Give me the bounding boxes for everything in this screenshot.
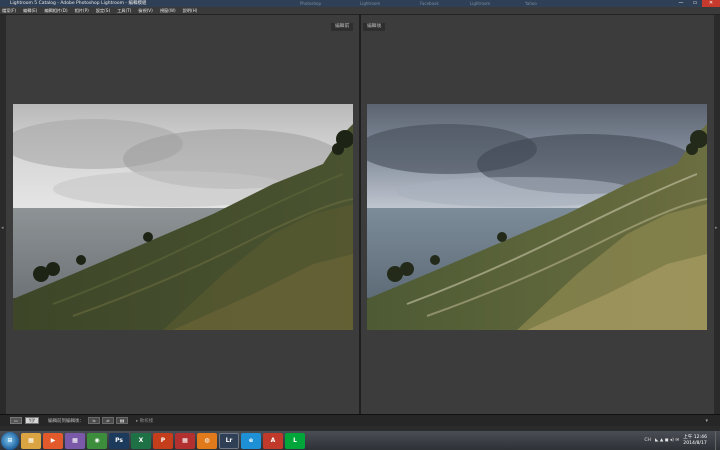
tray-icons[interactable]: ◣ ▲ ◼ ◂) ✉ xyxy=(655,438,679,443)
taskbar-acrobat-icon[interactable]: A xyxy=(263,432,283,449)
taskbar-ie-icon[interactable]: e xyxy=(241,432,261,449)
taskbar-excel-icon[interactable]: X xyxy=(131,432,151,449)
after-photo-image xyxy=(367,104,707,330)
show-desktop-button[interactable] xyxy=(715,431,720,450)
before-after-divider xyxy=(359,15,361,415)
windows-taskbar: ⊞ ▦ ▶ ▦ ◉ Ps X P ▦ ◍ Lr e A L CH ◣ ▲ ◼ ◂) ✉ 上午 12:46… xyxy=(0,431,720,450)
system-tray: CH ◣ ▲ ◼ ◂) ✉ 上午 12:46 2014/8/17 xyxy=(644,431,720,450)
before-photo-image xyxy=(13,104,353,330)
right-arrow-icon: ▸ xyxy=(715,225,718,231)
taskbar-grid-icon[interactable]: ▦ xyxy=(65,432,85,449)
menu-edit[interactable]: 編輯(E) xyxy=(23,8,37,14)
taskbar-firefox-icon[interactable]: ◍ xyxy=(197,432,217,449)
soft-proofing-toggle[interactable]: ▸ 軟校樣 xyxy=(136,418,153,424)
taskbar-explorer-icon[interactable]: ▦ xyxy=(21,432,41,449)
minimize-button[interactable]: — xyxy=(674,0,688,7)
ghost-tab-4[interactable]: Lightroom xyxy=(470,0,490,7)
left-arrow-icon: ◂ xyxy=(1,225,4,231)
menu-tools[interactable]: 工具(T) xyxy=(117,8,131,14)
loupe-view-button[interactable]: ▭ xyxy=(10,417,22,424)
close-button[interactable]: ✕ xyxy=(702,0,720,7)
left-panel-toggle[interactable]: ◂ xyxy=(0,15,6,415)
toolbar-menu-chevron-icon[interactable]: ▾ xyxy=(705,418,708,424)
after-label: 編輯後 xyxy=(363,23,386,31)
menu-photo[interactable]: 相片(P) xyxy=(75,8,89,14)
menu-help[interactable]: 說明(H) xyxy=(183,8,198,14)
taskbar-media-icon[interactable]: ▶ xyxy=(43,432,63,449)
start-button[interactable]: ⊞ xyxy=(1,431,19,450)
swap-settings-button[interactable]: ▮▮ xyxy=(116,417,128,424)
ime-indicator[interactable]: CH xyxy=(644,438,651,443)
clock-time: 上午 12:46 xyxy=(683,434,707,440)
window-title: Lightroom 5 Catalog - Adobe Photoshop Li… xyxy=(10,1,147,6)
clock-date: 2014/8/17 xyxy=(683,440,707,446)
copy-after-to-before-button[interactable]: ⇄ xyxy=(102,417,114,424)
ghost-tab-3[interactable]: Facebook xyxy=(420,0,439,7)
before-label: 編輯前 xyxy=(331,23,354,31)
maximize-button[interactable]: ▭ xyxy=(688,0,702,7)
menu-window[interactable]: 視窗(W) xyxy=(160,8,176,14)
menu-file[interactable]: 檔案(F) xyxy=(2,8,16,14)
after-photo[interactable] xyxy=(367,104,707,330)
develop-toolbar: ▭ Y|Y 編輯前到編輯後： ⇆ ⇄ ▮▮ ▸ 軟校樣 ▾ xyxy=(0,414,720,426)
before-after-view-button[interactable]: Y|Y xyxy=(25,417,39,424)
menu-settings[interactable]: 設定(S) xyxy=(96,8,110,14)
taskbar-grid-red-icon[interactable]: ▦ xyxy=(175,432,195,449)
copy-settings-label: 編輯前到編輯後： xyxy=(48,418,84,424)
clock[interactable]: 上午 12:46 2014/8/17 xyxy=(683,435,707,447)
ghost-tab-2[interactable]: Lightroom xyxy=(360,0,380,7)
right-panel-toggle[interactable]: ▸ xyxy=(714,15,720,415)
ghost-tab-5[interactable]: Yahoo xyxy=(525,0,537,7)
taskbar-photoshop-icon[interactable]: Ps xyxy=(109,432,129,449)
taskbar-chrome-icon[interactable]: ◉ xyxy=(87,432,107,449)
taskbar-lightroom-icon[interactable]: Lr xyxy=(219,432,239,449)
menu-bar: 檔案(F) 編輯(E) 編輯相片(D) 相片(P) 設定(S) 工具(T) 檢視… xyxy=(0,7,720,14)
title-bar: Lightroom 5 Catalog - Adobe Photoshop Li… xyxy=(0,0,720,7)
menu-view[interactable]: 檢視(V) xyxy=(138,8,153,14)
window-controls: — ▭ ✕ xyxy=(674,0,720,7)
taskbar-powerpoint-icon[interactable]: P xyxy=(153,432,173,449)
menu-develop[interactable]: 編輯相片(D) xyxy=(44,8,67,14)
taskbar-line-icon[interactable]: L xyxy=(285,432,305,449)
ghost-tab-1[interactable]: Photoshop xyxy=(300,0,321,7)
copy-before-to-after-button[interactable]: ⇆ xyxy=(88,417,100,424)
before-photo[interactable] xyxy=(13,104,353,330)
